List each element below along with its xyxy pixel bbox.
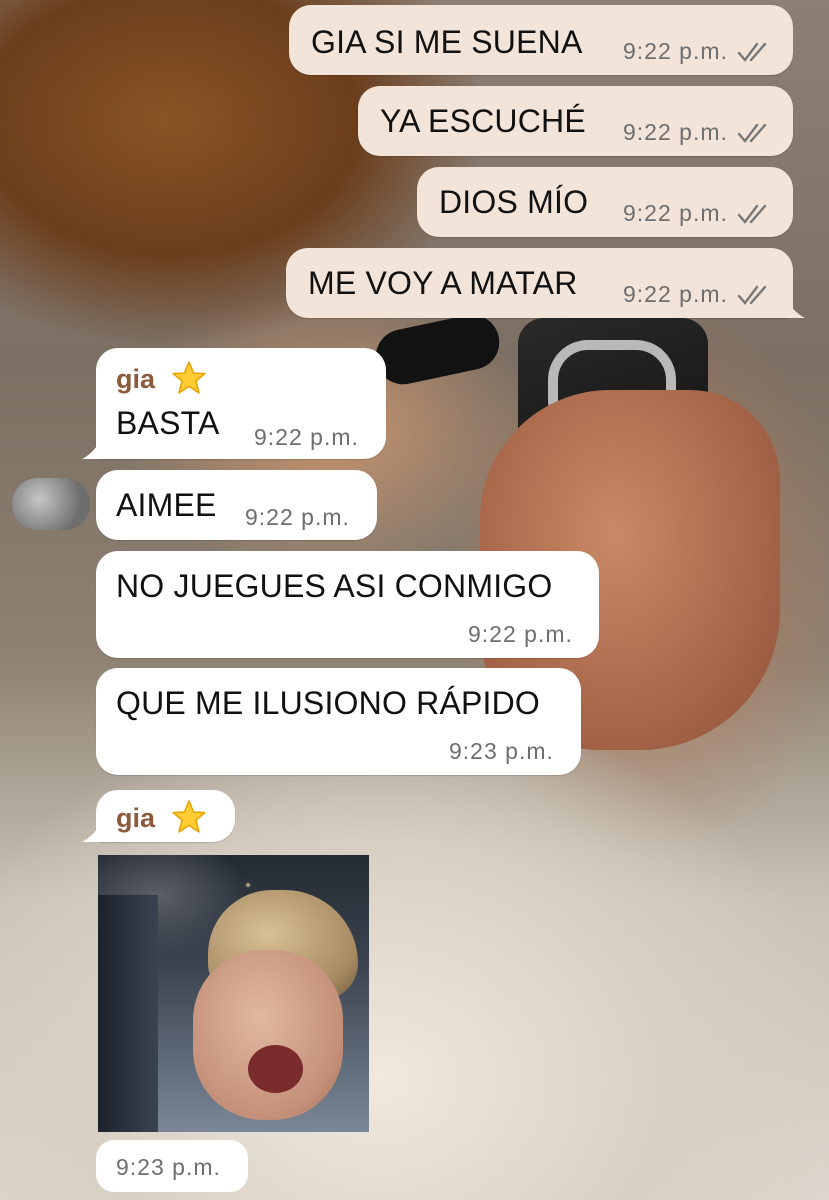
message-time: 9:22 p.m.	[623, 200, 728, 226]
message-text: AIMEE	[116, 487, 217, 523]
message-text: DIOS MÍO	[439, 184, 589, 220]
message-text: ME VOY A MATAR	[308, 265, 578, 301]
outgoing-message[interactable]: GIA SI ME SUENA 9:22 p.m.	[289, 5, 793, 75]
read-ticks-icon	[737, 42, 767, 62]
message-time: 9:22 p.m.	[623, 38, 728, 64]
bubble-tail-icon	[779, 296, 805, 318]
outgoing-message[interactable]: ME VOY A MATAR 9:22 p.m.	[286, 248, 805, 318]
message-text: YA ESCUCHÉ	[380, 103, 586, 139]
bubble-tail-icon	[82, 820, 108, 842]
sticker-face	[193, 950, 343, 1120]
bubble-tail-icon	[82, 437, 108, 459]
message-time: 9:22 p.m.	[468, 621, 573, 647]
outgoing-message[interactable]: DIOS MÍO 9:22 p.m.	[417, 167, 793, 237]
message-time: 9:23 p.m.	[116, 1154, 221, 1180]
incoming-message[interactable]: AIMEE 9:22 p.m.	[96, 470, 377, 540]
wallpaper-doorknob	[12, 478, 90, 530]
message-time: 9:23 p.m.	[449, 738, 554, 764]
sender-name: gia	[116, 364, 156, 394]
outgoing-message[interactable]: YA ESCUCHÉ 9:22 p.m.	[358, 86, 793, 156]
read-ticks-icon	[737, 123, 767, 143]
wallpaper-sunglasses	[370, 309, 505, 390]
incoming-message[interactable]: NO JUEGUES ASI CONMIGO 9:22 p.m.	[96, 551, 599, 658]
message-text: NO JUEGUES ASI CONMIGO	[116, 568, 553, 604]
sender-name: gia	[116, 803, 156, 833]
media-message-header[interactable]: gia	[82, 790, 235, 842]
media-timestamp-chip: 9:23 p.m.	[96, 1140, 248, 1192]
incoming-message[interactable]: gia BASTA 9:22 p.m.	[82, 348, 386, 459]
message-time: 9:22 p.m.	[623, 119, 728, 145]
message-text: BASTA	[116, 405, 220, 441]
sticker-mouth	[248, 1045, 303, 1093]
sticker-image[interactable]	[98, 855, 369, 1132]
read-ticks-icon	[737, 285, 767, 305]
message-time: 9:22 p.m.	[254, 424, 359, 450]
message-text: QUE ME ILUSIONO RÁPIDO	[116, 685, 541, 721]
sticker-side-person	[98, 895, 158, 1132]
message-time: 9:22 p.m.	[623, 281, 728, 307]
read-ticks-icon	[737, 204, 767, 224]
message-text: GIA SI ME SUENA	[311, 24, 583, 60]
message-time: 9:22 p.m.	[245, 504, 350, 530]
star-emoji-icon	[172, 361, 206, 394]
star-emoji-icon	[172, 800, 206, 833]
incoming-message[interactable]: QUE ME ILUSIONO RÁPIDO 9:23 p.m.	[96, 668, 581, 775]
